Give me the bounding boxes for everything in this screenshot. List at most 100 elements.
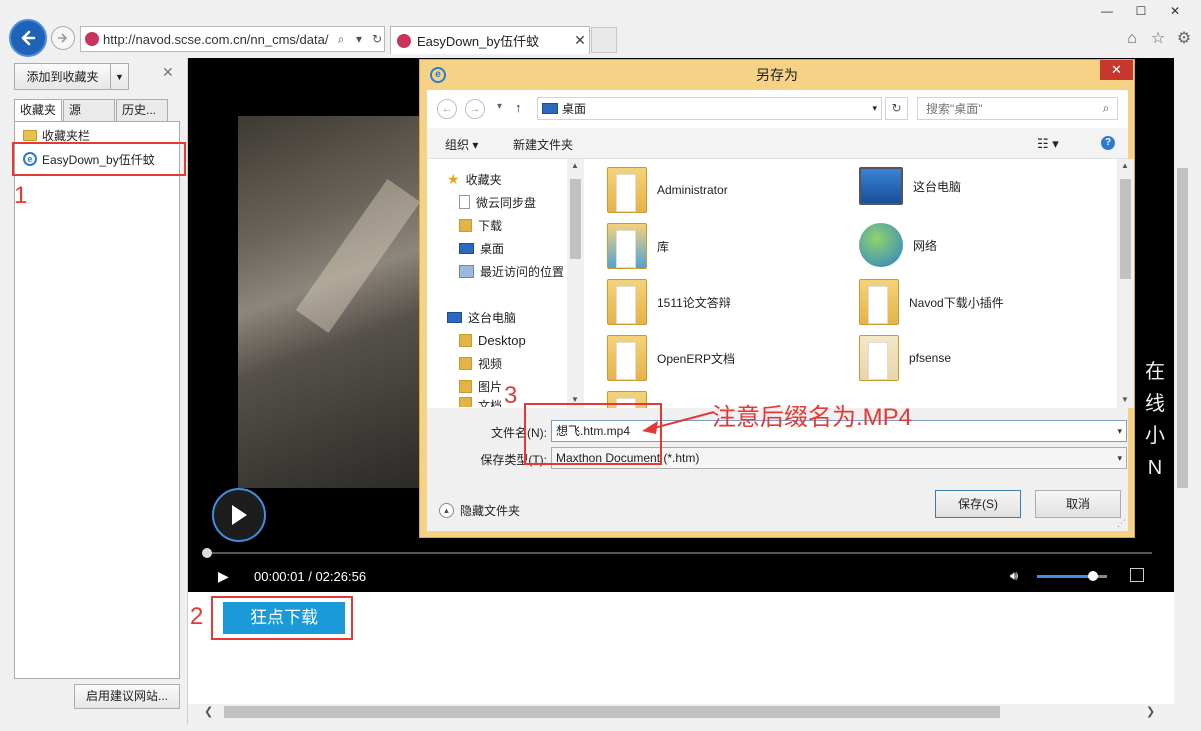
file-item[interactable]: Navod下载小插件 — [859, 279, 1004, 325]
volume-icon[interactable]: 🔊︎ — [1010, 568, 1018, 584]
side-char: 线 — [1145, 393, 1165, 415]
annotation-number-3: 3 — [504, 382, 518, 409]
favorites-list: 收藏夹栏 e EasyDown_by伍仟蚊 — [14, 121, 180, 679]
play-button[interactable] — [212, 488, 266, 542]
chevron-down-icon[interactable]: ▾ — [872, 103, 881, 114]
tab-favorites[interactable]: 收藏夹 — [14, 99, 63, 122]
refresh-icon[interactable]: ↻ — [370, 32, 384, 46]
up-icon[interactable]: ↑ — [515, 100, 522, 115]
scroll-thumb[interactable] — [1120, 179, 1131, 279]
file-item[interactable]: pfsense — [859, 335, 951, 381]
scroll-right-icon[interactable]: ❯ — [1146, 705, 1155, 718]
cancel-button[interactable]: 取消 — [1035, 490, 1121, 518]
scroll-thumb[interactable] — [570, 179, 581, 259]
nav-item-pictures[interactable]: 图片 — [459, 376, 502, 396]
back-icon[interactable]: ← — [437, 99, 457, 119]
progress-knob[interactable] — [201, 548, 212, 558]
add-to-favorites-button[interactable]: 添加到收藏夹 ▼ — [14, 63, 129, 90]
hide-folders-toggle[interactable]: ▲ 隐藏文件夹 — [439, 502, 520, 519]
refresh-button[interactable]: ↻ — [885, 97, 908, 120]
favorites-star-icon[interactable]: ☆ — [1149, 30, 1167, 48]
dialog-close-button[interactable]: ✕ — [1100, 60, 1133, 80]
forward-button[interactable] — [51, 26, 75, 50]
tab-history[interactable]: 历史... — [116, 99, 169, 121]
nav-item-weiyun[interactable]: 微云同步盘 — [459, 192, 536, 212]
search-box[interactable]: ⌕ — [917, 97, 1118, 120]
chevron-down-icon[interactable]: ▼ — [110, 64, 128, 89]
play-small-icon[interactable]: ▶ — [218, 568, 229, 585]
file-item[interactable]: 库 — [607, 223, 669, 269]
nav-item-recent[interactable]: 最近访问的位置 — [459, 261, 564, 281]
file-name: 库 — [657, 239, 670, 254]
help-icon[interactable]: ? — [1101, 136, 1115, 150]
tab-easydown[interactable]: EasyDown_by伍仟蚊 ✕ — [390, 26, 590, 54]
file-item[interactable]: 这台电脑 — [859, 167, 961, 205]
site-icon — [397, 33, 411, 48]
search-input[interactable] — [926, 101, 1095, 116]
dropdown-icon[interactable]: ▾ — [497, 101, 502, 112]
nav-item-downloads[interactable]: 下载 — [459, 215, 502, 235]
home-icon[interactable]: ⌂ — [1123, 30, 1141, 48]
forward-icon[interactable]: → — [465, 99, 485, 119]
nav-label: 视频 — [478, 356, 503, 371]
star-icon: ★ — [447, 170, 460, 187]
resize-grip-icon[interactable]: ⋰ — [1117, 518, 1126, 529]
tab-close-icon[interactable]: ✕ — [571, 32, 589, 49]
nav-item-this-pc[interactable]: 这台电脑 — [447, 307, 516, 327]
suggested-sites-button[interactable]: 启用建议网站... — [74, 684, 180, 709]
horizontal-scrollbar[interactable]: ❮ ❯ — [188, 704, 1174, 720]
file-name: 这台电脑 — [913, 179, 962, 194]
nav-item-desktop-en[interactable]: Desktop — [459, 330, 526, 350]
close-icon[interactable]: ✕ — [162, 64, 174, 81]
nav-item-desktop[interactable]: 桌面 — [459, 238, 504, 258]
chevron-down-icon[interactable]: ▾ — [1117, 448, 1122, 468]
dropdown-icon[interactable]: ▾ — [352, 32, 366, 46]
tab-feeds[interactable]: 源 — [63, 99, 116, 121]
nav-item-videos[interactable]: 视频 — [459, 353, 502, 373]
search-icon[interactable]: ⌕ — [334, 32, 348, 47]
save-button[interactable]: 保存(S) — [935, 490, 1021, 518]
new-folder-button[interactable]: 新建文件夹 — [513, 136, 573, 153]
nav-pane-scrollbar[interactable]: ▲ ▼ — [567, 159, 584, 408]
scroll-left-icon[interactable]: ❮ — [204, 705, 213, 718]
file-name: OpenERP文档 — [657, 351, 736, 366]
scroll-up-icon[interactable]: ▲ — [571, 161, 579, 170]
address-url[interactable]: http://navod.scse.com.cn/nn_cms/data/ — [103, 32, 330, 47]
site-icon — [85, 32, 99, 46]
progress-bar[interactable] — [201, 548, 1152, 558]
organize-menu[interactable]: 组织 ▾ — [445, 136, 478, 153]
documents-folder-icon — [459, 397, 472, 407]
new-tab-button[interactable] — [591, 27, 617, 53]
library-icon — [607, 223, 647, 269]
minimize-icon[interactable]: — — [1090, 0, 1124, 22]
path-box[interactable]: 桌面 ▾ — [537, 97, 882, 120]
file-item[interactable]: 1511论文答辩 — [607, 279, 731, 325]
address-bar[interactable]: http://navod.scse.com.cn/nn_cms/data/ ⌕ … — [80, 26, 385, 52]
gear-icon[interactable]: ⚙ — [1175, 30, 1193, 48]
close-icon[interactable]: ✕ — [1158, 0, 1192, 22]
nav-item-documents[interactable]: 文档 — [459, 397, 502, 407]
scroll-up-icon[interactable]: ▲ — [1121, 161, 1129, 170]
scroll-down-icon[interactable]: ▼ — [1121, 395, 1129, 404]
chevron-down-icon[interactable]: ▾ — [1117, 421, 1122, 441]
file-list: Administrator 库 1511论文答辩 OpenERP文档 这台电脑 — [587, 159, 1117, 408]
view-options-icon[interactable]: ☷ ▾ — [1037, 136, 1059, 152]
file-item[interactable]: Administrator — [607, 167, 728, 213]
add-to-favorites-label: 添加到收藏夹 — [26, 70, 99, 84]
vertical-scrollbar[interactable] — [1174, 58, 1191, 704]
file-list-scrollbar[interactable]: ▲ ▼ — [1117, 159, 1134, 408]
fullscreen-icon[interactable] — [1130, 568, 1144, 582]
volume-knob[interactable] — [1088, 571, 1098, 581]
search-icon[interactable]: ⌕ — [1095, 101, 1117, 116]
nav-item-favorites[interactable]: ★ 收藏夹 — [447, 169, 502, 189]
back-button[interactable] — [9, 19, 47, 57]
scroll-thumb[interactable] — [224, 706, 1000, 718]
file-item[interactable]: 网络 — [859, 223, 937, 267]
annotation-box-1 — [12, 142, 186, 176]
maximize-icon[interactable]: ☐ — [1124, 0, 1158, 22]
folder-icon — [459, 333, 472, 347]
file-item[interactable]: OpenERP文档 — [607, 335, 735, 381]
folder-icon — [607, 335, 647, 381]
desktop-icon — [459, 242, 474, 254]
scroll-thumb[interactable] — [1177, 168, 1188, 488]
